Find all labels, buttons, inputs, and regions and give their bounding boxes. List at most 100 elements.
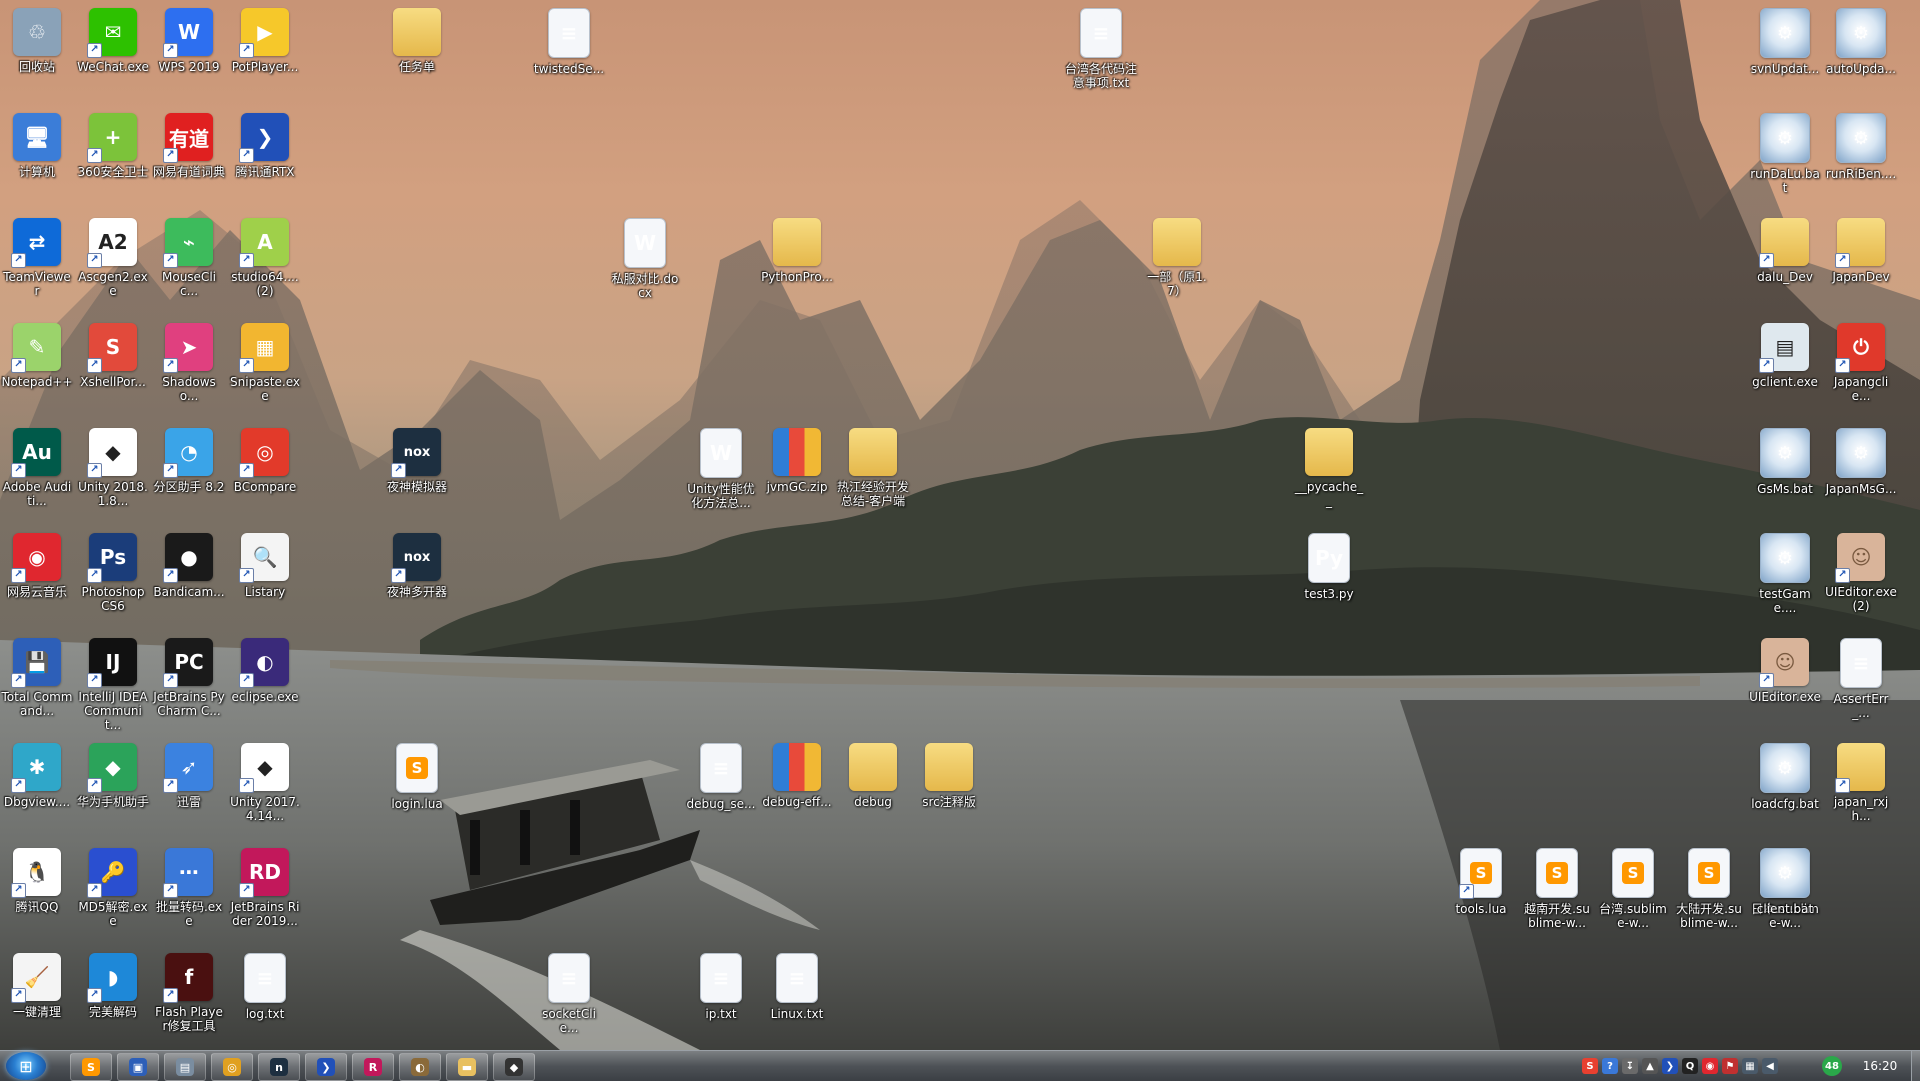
taskbar-pin-window-app[interactable]: ▤ <box>164 1053 206 1081</box>
desktop-icon-私服对比-docx[interactable]: W 私服对比.docx <box>608 212 682 312</box>
desktop-icon-完美解码[interactable]: ◗ ↗ 完美解码 <box>76 947 150 1047</box>
desktop-icon-unity性能优化方法总[interactable]: W Unity性能优化方法总... <box>684 422 758 522</box>
desktop-icon-台湾-sublime-w[interactable]: S 台湾.sublime-w... <box>1596 842 1670 942</box>
desktop-icon-迅雷[interactable]: ➶ ↗ 迅雷 <box>152 737 226 837</box>
tray-sogou-icon[interactable]: S <box>1582 1058 1598 1074</box>
notification-badge[interactable]: 48 <box>1822 1056 1842 1076</box>
desktop-icon-twistedse[interactable]: ≡ twistedSe... <box>532 2 606 102</box>
tray-qq-icon[interactable]: Q <box>1682 1058 1698 1074</box>
taskbar-pin-chrome[interactable]: ◎ <box>211 1053 253 1081</box>
tray-expand-icon[interactable]: ▲ <box>1642 1058 1658 1074</box>
desktop-icon-任务单[interactable]: 任务单 <box>380 2 454 102</box>
desktop-icon-bandicam[interactable]: ● ↗ Bandicam... <box>152 527 226 627</box>
desktop-icon-xshellpor[interactable]: S ↗ XshellPor... <box>76 317 150 417</box>
desktop-icon-wechat-exe[interactable]: ✉ ↗ WeChat.exe <box>76 2 150 102</box>
desktop-icon-一部-原1-7[interactable]: 一部（原1.7） <box>1140 212 1214 312</box>
taskbar-pin-save-disk[interactable]: ▣ <box>117 1053 159 1081</box>
taskbar-pin-rtx[interactable]: ❯ <box>305 1053 347 1081</box>
desktop-icon-login-lua[interactable]: Slogin.lua <box>380 737 454 837</box>
desktop-icon-jvmgc-zip[interactable]: jvmGC.zip <box>760 422 834 522</box>
desktop-icon-一键清理[interactable]: 🧹 ↗ 一键清理 <box>0 947 74 1047</box>
desktop-icon-snipaste-exe[interactable]: ▦ ↗ Snipaste.exe <box>228 317 302 417</box>
taskbar-pin-explorer[interactable]: ▬ <box>446 1053 488 1081</box>
desktop-icon-loadcfg-bat[interactable]: ⚙ loadcfg.bat <box>1748 737 1822 837</box>
desktop-icon-flash-player修复工具[interactable]: f ↗ Flash Player修复工具 <box>152 947 226 1047</box>
tray-rtx-tray-icon[interactable]: ❯ <box>1662 1058 1678 1074</box>
desktop-icon-uieditor-exe-2[interactable]: ☺ ↗ UIEditor.exe (2) <box>1824 527 1898 627</box>
taskbar-pin-media[interactable]: ◐ <box>399 1053 441 1081</box>
taskbar-pin-rider[interactable]: R <box>352 1053 394 1081</box>
desktop-icon-autoupda[interactable]: ⚙ autoUpda... <box>1824 2 1898 102</box>
desktop-icon-越南开发-sublime-w[interactable]: S 越南开发.sublime-w... <box>1520 842 1594 942</box>
desktop-icon-client-bat[interactable]: ⚙ client.bat <box>1748 842 1822 942</box>
desktop-icon-网易有道词典[interactable]: 有道 ↗ 网易有道词典 <box>152 107 226 207</box>
taskbar-pin-nox[interactable]: n <box>258 1053 300 1081</box>
desktop-icon-分区助手-8-2[interactable]: ◔ ↗ 分区助手 8.2 <box>152 422 226 522</box>
desktop-icon-log-txt[interactable]: ≡ log.txt <box>228 947 302 1047</box>
tray-usb-icon[interactable]: ↧ <box>1622 1058 1638 1074</box>
desktop-icon-debug-eff[interactable]: debug-eff... <box>760 737 834 837</box>
desktop-icon-socketclie[interactable]: ≡ socketClie... <box>532 947 606 1047</box>
desktop-icon-japanmsg[interactable]: ⚙ JapanMsG... <box>1824 422 1898 522</box>
desktop-icon-华为手机助手[interactable]: ◆ ↗ 华为手机助手 <box>76 737 150 837</box>
taskbar-pin-unity[interactable]: ◆ <box>493 1053 535 1081</box>
desktop-icon-dalu-dev[interactable]: ↗ dalu_Dev <box>1748 212 1822 312</box>
desktop-icon-夜神多开器[interactable]: nox ↗ 夜神多开器 <box>380 527 454 627</box>
desktop-icon-pycache[interactable]: __pycache__ <box>1292 422 1366 522</box>
desktop-icon-热江经验开发总结-客户端[interactable]: 热江经验开发总结-客户端 <box>836 422 910 522</box>
desktop-icon-adobe-auditi[interactable]: Au ↗ Adobe Auditi... <box>0 422 74 522</box>
taskbar-clock[interactable]: 16:20 <box>1848 1051 1912 1081</box>
desktop-icon-listary[interactable]: 🔍 ↗ Listary <box>228 527 302 627</box>
desktop-icon-gclient-exe[interactable]: ▤ ↗ gclient.exe <box>1748 317 1822 417</box>
desktop-icon-dbgview[interactable]: ✱ ↗ Dbgview.... <box>0 737 74 837</box>
desktop-icon-studio64-2[interactable]: A ↗ studio64.... (2) <box>228 212 302 312</box>
desktop-icon-debug[interactable]: debug <box>836 737 910 837</box>
desktop-icon-夜神模拟器[interactable]: nox ↗ 夜神模拟器 <box>380 422 454 522</box>
taskbar-pin-sublime-text[interactable]: S <box>70 1053 112 1081</box>
desktop-icon-gsms-bat[interactable]: ⚙ GsMs.bat <box>1748 422 1822 522</box>
desktop-icon-腾讯通rtx[interactable]: ❯ ↗ 腾讯通RTX <box>228 107 302 207</box>
desktop-icon-teamviewer[interactable]: ⇄ ↗ TeamViewer <box>0 212 74 312</box>
desktop-icon-potplayer[interactable]: ▶ ↗ PotPlayer... <box>228 2 302 102</box>
desktop-icon-japan-rxjh[interactable]: ↗ japan_rxjh... <box>1824 737 1898 837</box>
desktop-icon-linux-txt[interactable]: ≡ Linux.txt <box>760 947 834 1047</box>
desktop-icon-notepad[interactable]: ✎ ↗ Notepad++ <box>0 317 74 417</box>
tray-volume-icon[interactable]: ◀ <box>1762 1058 1778 1074</box>
desktop-icon-wps-2019[interactable]: W ↗ WPS 2019 <box>152 2 226 102</box>
desktop-icon-uieditor-exe[interactable]: ☺ ↗ UIEditor.exe <box>1748 632 1822 732</box>
desktop-icon-jetbrains-rider-2019[interactable]: RD ↗ JetBrains Rider 2019... <box>228 842 302 942</box>
desktop-icon-photoshop-cs6[interactable]: Ps ↗ Photoshop CS6 <box>76 527 150 627</box>
desktop-icon-intellij-idea-communit[interactable]: IJ ↗ IntelliJ IDEA Communit... <box>76 632 150 732</box>
desktop-icon-pythonpro[interactable]: PythonPro... <box>760 212 834 312</box>
desktop-icon-jetbrains-pycharm-c[interactable]: PC ↗ JetBrains PyCharm C... <box>152 632 226 732</box>
tray-flag-icon[interactable]: ⚑ <box>1722 1058 1738 1074</box>
desktop-icon-批量转码-exe[interactable]: ⋯ ↗ 批量转码.exe <box>152 842 226 942</box>
desktop-icon-svnupdat[interactable]: ⚙ svnUpdat... <box>1748 2 1822 102</box>
desktop-icon-360安全卫士[interactable]: + ↗ 360安全卫士 <box>76 107 150 207</box>
desktop-icon-计算机[interactable]: 🖥 计算机 <box>0 107 74 207</box>
desktop-icon-eclipse-exe[interactable]: ◐ ↗ eclipse.exe <box>228 632 302 732</box>
desktop-icon-回收站[interactable]: ♲ 回收站 <box>0 2 74 102</box>
desktop-icon-mouseclic[interactable]: ⌁ ↗ MouseClic... <box>152 212 226 312</box>
desktop-icon-japandev[interactable]: ↗ JapanDev <box>1824 212 1898 312</box>
desktop-icon-rundalu-bat[interactable]: ⚙ runDaLu.bat <box>1748 107 1822 207</box>
desktop-icon-tools-lua[interactable]: S ↗ tools.lua <box>1444 842 1518 942</box>
desktop-icon-shadowso[interactable]: ➤ ↗ Shadowso... <box>152 317 226 417</box>
desktop-icon-testgame[interactable]: ⚙ testGame.... <box>1748 527 1822 627</box>
desktop-icon-asserterr[interactable]: ≡ AssertErr_... <box>1824 632 1898 732</box>
desktop-icon-debug-se[interactable]: ≡ debug_se... <box>684 737 758 837</box>
desktop-icon-runriben[interactable]: ⚙ runRiBen.... <box>1824 107 1898 207</box>
desktop-icon-bcompare[interactable]: ◎ ↗ BCompare <box>228 422 302 522</box>
desktop-icon-test3-py[interactable]: Py test3.py <box>1292 527 1366 627</box>
desktop-icon-total-command[interactable]: 💾 ↗ Total Command... <box>0 632 74 732</box>
tray-netease-music-icon[interactable]: ◉ <box>1702 1058 1718 1074</box>
desktop-icon-md5解密-exe[interactable]: 🔑 ↗ MD5解密.exe <box>76 842 150 942</box>
desktop-icon-台湾各代码注意事项-txt[interactable]: ≡ 台湾各代码注意事项.txt <box>1064 2 1138 102</box>
start-button[interactable]: ⊞ <box>6 1052 46 1080</box>
tray-help-icon[interactable]: ? <box>1602 1058 1618 1074</box>
show-desktop-button[interactable] <box>1911 1051 1920 1081</box>
desktop-icon-ascgen2-exe[interactable]: A2 ↗ Ascgen2.exe <box>76 212 150 312</box>
desktop-icon-ip-txt[interactable]: ≡ ip.txt <box>684 947 758 1047</box>
tray-network-icon[interactable]: ▦ <box>1742 1058 1758 1074</box>
desktop-icon-unity-2018-1-8[interactable]: ◆ ↗ Unity 2018.1.8... <box>76 422 150 522</box>
